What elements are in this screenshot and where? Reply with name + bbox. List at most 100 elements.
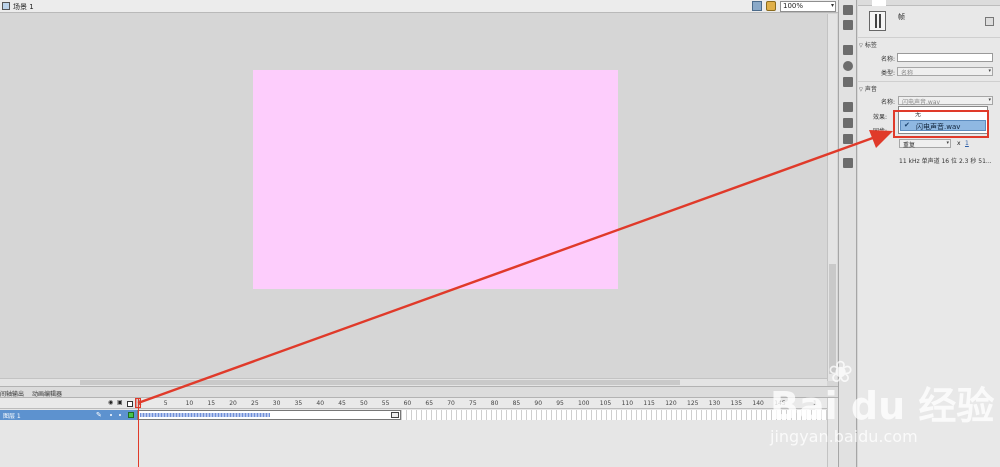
triangle-down-icon: ▽ xyxy=(859,87,863,93)
repeat-count[interactable]: 1 xyxy=(965,140,969,147)
info-icon[interactable] xyxy=(843,61,853,71)
frame-tick: 40 xyxy=(316,400,325,407)
frame-tick: 100 xyxy=(578,400,590,407)
frame-tick: 70 xyxy=(447,400,455,407)
section-sound-header[interactable]: ▽ 声音 xyxy=(859,84,877,93)
frame-tick: 95 xyxy=(556,400,564,407)
components-icon[interactable] xyxy=(843,134,853,144)
frame-tick: 1 xyxy=(813,400,817,407)
stage-horizontal-scrollbar[interactable] xyxy=(0,378,827,386)
frame-tick: 130 xyxy=(708,400,721,407)
zoom-select[interactable]: 100% ▾ xyxy=(780,1,836,12)
edit-scene-icon[interactable] xyxy=(766,1,776,11)
end-frame-marker xyxy=(391,412,399,418)
scene-label[interactable]: 场景 1 xyxy=(13,2,34,12)
motion-presets-icon[interactable] xyxy=(843,158,853,168)
sound-frame-span[interactable] xyxy=(137,410,401,420)
color-icon[interactable] xyxy=(843,102,853,112)
section-label-header[interactable]: ▽ 标签 xyxy=(859,40,877,49)
pencil-icon: ✎ xyxy=(96,411,102,419)
frame-tick: 10 xyxy=(185,400,194,407)
stage-area[interactable] xyxy=(0,14,827,379)
scroll-thumb[interactable] xyxy=(829,264,836,374)
layer-row[interactable]: 图层 1 ✎ xyxy=(0,410,137,420)
lock-icon[interactable]: ▣ xyxy=(117,399,123,406)
frame-tick: 15 xyxy=(207,400,216,407)
frame-tick: 145 xyxy=(774,400,786,407)
eye-icon[interactable]: ◉ xyxy=(108,399,114,406)
type-label: 类型: xyxy=(880,70,895,77)
frame-tick: 110 xyxy=(621,400,634,407)
transform-icon[interactable] xyxy=(843,77,853,87)
chevron-down-icon: ▾ xyxy=(988,97,991,103)
sound-info: 11 kHz 单声道 16 位 2.3 秒 51... xyxy=(899,158,992,165)
panel-tabs xyxy=(858,0,1000,6)
chevron-down-icon: ▾ xyxy=(830,2,834,9)
stage-canvas[interactable] xyxy=(253,70,618,289)
scene-bar: 场景 1 100% ▾ xyxy=(0,0,838,13)
library-icon[interactable] xyxy=(843,20,853,30)
panel-tool-strip xyxy=(838,0,857,467)
frame-tick: 50 xyxy=(360,400,368,407)
divider xyxy=(858,37,1000,38)
label-type-value: 名称 xyxy=(901,70,914,77)
repeat-x-label: x xyxy=(957,140,961,147)
outline-icon[interactable] xyxy=(127,401,133,407)
frame-tick: 20 xyxy=(229,400,237,407)
repeat-value: 重复 xyxy=(903,142,916,149)
frame-name-input[interactable] xyxy=(897,53,993,62)
zoom-value: 100% xyxy=(783,2,804,10)
frame-tick: 80 xyxy=(490,400,499,407)
frame-tick: 85 xyxy=(512,400,521,407)
sound-name-label: 名称: xyxy=(880,99,895,106)
sound-waveform xyxy=(140,413,270,417)
frame-tick: 135 xyxy=(730,400,743,407)
timeline: ◉ ▣ 1 5 10 15 20 25 30 35 40 45 50 55 60 65 70 75 80 85 90… xyxy=(0,398,838,467)
repeat-select[interactable]: 重复 ▾ xyxy=(899,139,951,149)
frame-tick: 105 xyxy=(599,400,612,407)
frame-tick: 115 xyxy=(643,400,655,407)
tab-output[interactable]: 输出 xyxy=(12,389,24,398)
timeline-vertical-scrollbar[interactable] xyxy=(827,398,837,467)
properties-icon[interactable] xyxy=(843,5,853,15)
frame-tick: 35 xyxy=(294,400,303,407)
align-icon[interactable] xyxy=(843,45,853,55)
edit-icon[interactable] xyxy=(985,17,994,26)
frame-tick: 60 xyxy=(403,400,412,407)
frame-title: 帧 xyxy=(898,13,905,21)
edit-symbols-icon[interactable] xyxy=(752,1,762,11)
divider xyxy=(858,81,1000,82)
layer-visible-dot[interactable] xyxy=(110,414,112,416)
frame-icon xyxy=(869,11,886,31)
sound-name-value: 闪电声音.wav xyxy=(902,99,941,106)
tab-properties[interactable] xyxy=(872,0,886,6)
properties-panel: 帧 ▽ 标签 名称: 类型: 名称 ▾ ▽ 声音 名称: 闪电声音.wav ▾ 效果… xyxy=(858,0,1000,467)
layer-name: 图层 1 xyxy=(3,413,21,420)
frame-tick: 45 xyxy=(338,400,346,407)
frame-tick: 140 xyxy=(752,400,764,407)
name-label: 名称: xyxy=(880,56,895,63)
effect-label: 效果: xyxy=(872,114,887,121)
timeline-tabs: 时间轴 输出 动画编辑器 xyxy=(0,386,838,398)
scroll-thumb[interactable] xyxy=(80,380,680,385)
chevron-down-icon: ▾ xyxy=(946,140,949,146)
sound-name-select[interactable]: 闪电声音.wav ▾ xyxy=(898,96,993,106)
scene-icon xyxy=(2,2,10,10)
layer-header: ◉ ▣ xyxy=(0,398,137,409)
frame-ruler[interactable]: 1 5 10 15 20 25 30 35 40 45 50 55 60 65 70 75 80 85 90 95 10… xyxy=(137,398,827,409)
frame-tick: 55 xyxy=(381,400,390,407)
frame-tick: 65 xyxy=(425,400,434,407)
sync-label: 同步: xyxy=(872,128,887,135)
frame-tick: 25 xyxy=(251,400,259,407)
swatches-icon[interactable] xyxy=(843,118,853,128)
stage-vertical-scrollbar[interactable] xyxy=(827,14,837,381)
label-type-select[interactable]: 名称 ▾ xyxy=(897,67,993,77)
frame-tick: 90 xyxy=(534,400,543,407)
layer-lock-dot[interactable] xyxy=(119,414,121,416)
tab-timeline[interactable]: 时间轴 xyxy=(0,389,12,398)
frame-tick: 75 xyxy=(469,400,477,407)
playhead[interactable] xyxy=(138,398,139,467)
layer-outline-swatch[interactable] xyxy=(128,412,134,418)
triangle-down-icon: ▽ xyxy=(859,43,863,49)
tab-motion-editor[interactable]: 动画编辑器 xyxy=(32,389,62,398)
